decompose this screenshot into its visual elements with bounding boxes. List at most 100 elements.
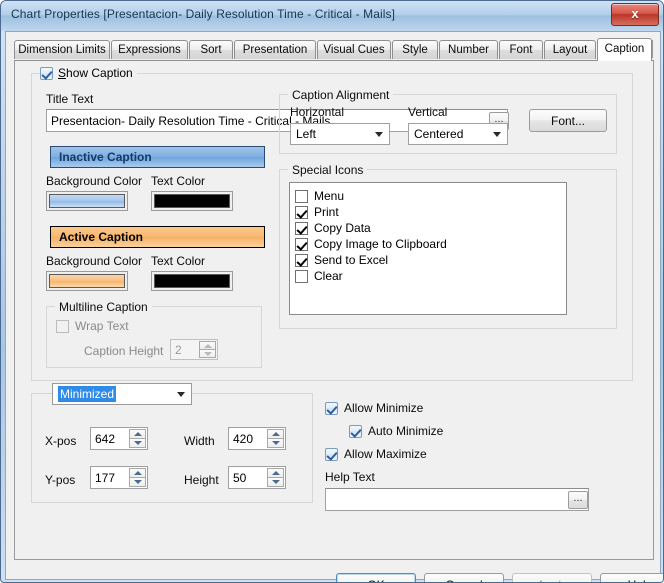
allow-minimize-checkbox[interactable] (325, 401, 338, 415)
caption-alignment-group: Caption Alignment Horizontal Left Vertic… (279, 88, 617, 154)
help-button[interactable]: Help (600, 573, 663, 582)
caption-height-spinner[interactable]: 2 (170, 339, 218, 360)
active-text-color-swatch[interactable] (151, 271, 233, 291)
active-background-color-label: Background Color (46, 254, 143, 268)
special-icon-label: Copy Data (314, 221, 371, 235)
window-title: Chart Properties [Presentacion- Daily Re… (11, 7, 396, 21)
spinner-down-icon[interactable] (267, 438, 284, 448)
width-spinner[interactable]: 420 (228, 427, 286, 450)
special-icon-label: Print (314, 205, 339, 219)
special-icon-item-clear[interactable]: Clear (290, 268, 566, 284)
vertical-alignment-select[interactable]: Centered (408, 123, 508, 145)
x-pos-spin-buttons[interactable] (129, 429, 146, 448)
caption-height-spin-buttons[interactable] (199, 341, 216, 358)
special-icon-item-menu[interactable]: Menu (290, 188, 566, 204)
clear-checkbox[interactable] (295, 269, 308, 283)
show-caption-checkbox[interactable] (40, 66, 53, 80)
special-icon-label: Send to Excel (314, 253, 389, 267)
dialog-client-area: Dimension Limits Expressions Sort Presen… (5, 31, 663, 582)
special-icon-item-copy-data[interactable]: Copy Data (290, 220, 566, 236)
menu-checkbox[interactable] (295, 189, 308, 203)
close-icon: x (631, 6, 639, 21)
special-icons-group: Special Icons Menu Print Copy Data Copy … (279, 163, 617, 329)
spinner-down-icon[interactable] (267, 477, 284, 487)
caption-height-value: 2 (175, 342, 182, 357)
allow-minimize-label: Allow Minimize (344, 401, 424, 415)
tab-style[interactable]: Style (392, 40, 438, 59)
special-icon-label: Menu (314, 189, 345, 203)
show-caption-group: Show Caption Title Text Presentacion- Da… (31, 65, 633, 381)
tab-visual-cues[interactable]: Visual Cues (317, 40, 391, 59)
show-caption-legend: Show Caption (40, 65, 137, 81)
auto-minimize-label: Auto Minimize (368, 424, 444, 438)
active-text-color-label: Text Color (151, 254, 206, 268)
special-icon-label: Clear (314, 269, 343, 283)
wrap-text-label: Wrap Text (75, 319, 129, 333)
close-button[interactable]: x (611, 3, 659, 26)
print-checkbox[interactable] (295, 205, 308, 219)
vertical-label: Vertical (408, 105, 448, 119)
allow-minimize-row[interactable]: Allow Minimize (325, 401, 423, 415)
title-bar: Chart Properties [Presentacion- Daily Re… (1, 1, 663, 31)
cancel-button[interactable]: Cancel (424, 573, 504, 582)
width-label: Width (184, 434, 215, 448)
tab-number[interactable]: Number (439, 40, 498, 59)
spinner-up-icon[interactable] (267, 468, 284, 477)
allow-maximize-checkbox[interactable] (325, 447, 338, 461)
tab-expressions[interactable]: Expressions (111, 40, 188, 59)
y-pos-spin-buttons[interactable] (129, 468, 146, 487)
auto-minimize-checkbox[interactable] (349, 424, 362, 438)
chevron-down-icon[interactable] (370, 125, 388, 143)
inactive-text-color-swatch[interactable] (151, 191, 233, 211)
spinner-up-icon[interactable] (129, 429, 146, 438)
y-pos-label: Y-pos (45, 473, 76, 487)
inactive-caption-preview: Inactive Caption (50, 146, 265, 168)
spinner-down-icon[interactable] (129, 477, 146, 487)
allow-maximize-row[interactable]: Allow Maximize (325, 447, 427, 461)
x-pos-spinner[interactable]: 642 (90, 427, 148, 450)
help-text-browse-button[interactable]: ... (568, 491, 588, 509)
spinner-down-icon[interactable] (199, 349, 216, 358)
spinner-up-icon[interactable] (129, 468, 146, 477)
inactive-background-color-swatch[interactable] (46, 191, 128, 211)
tab-font[interactable]: Font (499, 40, 543, 59)
special-icon-item-copy-image-to-clipboard[interactable]: Copy Image to Clipboard (290, 236, 566, 252)
inactive-text-color-label: Text Color (151, 174, 206, 188)
window-state-value: Minimized (58, 386, 117, 402)
tab-sort[interactable]: Sort (189, 40, 233, 59)
copy-data-checkbox[interactable] (295, 221, 308, 235)
chevron-down-icon[interactable] (488, 125, 506, 143)
height-spinner[interactable]: 50 (228, 466, 286, 489)
special-icon-label: Copy Image to Clipboard (314, 237, 447, 251)
tab-presentation[interactable]: Presentation (234, 40, 316, 59)
allow-maximize-label: Allow Maximize (344, 447, 427, 461)
special-icon-item-send-to-excel[interactable]: Send to Excel (290, 252, 566, 268)
help-text-input[interactable] (325, 488, 589, 511)
vertical-alignment-value: Centered (414, 127, 464, 141)
active-caption-preview: Active Caption (50, 226, 265, 248)
spinner-up-icon[interactable] (199, 341, 216, 349)
special-icon-item-print[interactable]: Print (290, 204, 566, 220)
horizontal-alignment-select[interactable]: Left (290, 123, 390, 145)
wrap-text-checkbox[interactable] (56, 319, 69, 333)
special-icons-list[interactable]: Menu Print Copy Data Copy Image to Clipb… (289, 182, 567, 315)
wrap-text-row[interactable]: Wrap Text (56, 319, 129, 333)
active-background-color-swatch[interactable] (46, 271, 128, 291)
chart-properties-window: Chart Properties [Presentacion- Daily Re… (0, 0, 664, 583)
special-icons-legend: Special Icons (288, 163, 368, 177)
y-pos-spinner[interactable]: 177 (90, 466, 148, 489)
chevron-down-icon[interactable] (172, 385, 190, 403)
horizontal-label: Horizontal (290, 105, 345, 119)
copy-image-to-clipboard-checkbox[interactable] (295, 237, 308, 251)
tab-layout[interactable]: Layout (544, 40, 596, 59)
ok-button[interactable]: OK (336, 573, 416, 582)
spinner-up-icon[interactable] (267, 429, 284, 438)
tab-dimension-limits[interactable]: Dimension Limits (14, 40, 110, 59)
send-to-excel-checkbox[interactable] (295, 253, 308, 267)
tab-caption[interactable]: Caption (597, 38, 652, 61)
window-state-select[interactable]: Minimized (52, 383, 192, 405)
height-spin-buttons[interactable] (267, 468, 284, 487)
auto-minimize-row[interactable]: Auto Minimize (349, 424, 443, 438)
width-spin-buttons[interactable] (267, 429, 284, 448)
spinner-down-icon[interactable] (129, 438, 146, 448)
